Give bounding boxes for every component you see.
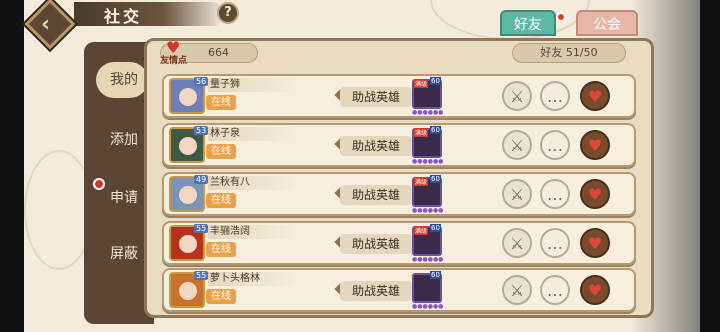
chat-button[interactable]: … [540, 275, 570, 305]
player-level: 55 [194, 271, 209, 280]
heart-icon: ♥ [587, 136, 603, 155]
avatar-face [179, 282, 197, 300]
player-level: 55 [194, 224, 209, 233]
player-name: 林子泉 [208, 127, 298, 141]
send-friendship-button[interactable]: ♥ [580, 130, 610, 160]
hero-stars: ●●●●●● [412, 303, 444, 310]
crossed-swords-icon: ⚔ [509, 234, 525, 253]
back-arrow-icon: ‹ [41, 12, 51, 37]
player-level: 56 [194, 77, 209, 86]
nav-item-mine[interactable]: 我的 [96, 62, 148, 98]
hero-level: 60 [430, 224, 441, 232]
battle-button[interactable]: ⚔ [502, 130, 532, 160]
send-friendship-button[interactable]: ♥ [580, 275, 610, 305]
player-level: 53 [194, 126, 209, 135]
nav-item-blocked[interactable]: 屏蔽 [96, 236, 148, 272]
hero-level: 60 [430, 126, 441, 134]
avatar-face [179, 186, 197, 204]
battle-button[interactable]: ⚔ [502, 228, 532, 258]
chat-button[interactable]: … [540, 130, 570, 160]
nav-item-add[interactable]: 添加 [96, 122, 148, 158]
online-status: 在线 [206, 289, 236, 304]
hero-maxed-tag: 满级 [414, 177, 429, 186]
hero-stars: ●●●●●● [412, 158, 444, 165]
send-friendship-button[interactable]: ♥ [580, 179, 610, 209]
send-friendship-button[interactable]: ♥ [580, 228, 610, 258]
player-name: 量子狮 [208, 78, 298, 92]
chat-bubble-icon: … [547, 87, 563, 106]
tab-guild[interactable]: 公会 [576, 10, 638, 36]
online-status: 在线 [206, 144, 236, 159]
help-button[interactable]: ? [217, 2, 239, 24]
send-friendship-button[interactable]: ♥ [580, 81, 610, 111]
requests-notification-dot [93, 178, 105, 190]
hero-stars: ●●●●●● [412, 207, 444, 214]
tab-friends[interactable]: 好友 [500, 10, 556, 36]
friend-points-label: 友情点 [160, 56, 188, 66]
hero-maxed-tag: 满级 [414, 128, 429, 137]
hero-level: 60 [430, 175, 441, 183]
battle-button[interactable]: ⚔ [502, 179, 532, 209]
page-title: 社交 [104, 7, 143, 26]
chat-bubble-icon: … [547, 281, 563, 300]
friend-row: 53 林子泉 在线 助战英雄 满级 60 ●●●●●● ⚔ … ♥ [162, 123, 636, 167]
hero-level: 60 [430, 271, 441, 279]
friend-row: 55 丰骊浩阔 在线 助战英雄 满级 60 ●●●●●● ⚔ … ♥ [162, 221, 636, 265]
chat-bubble-icon: … [547, 185, 563, 204]
crossed-swords-icon: ⚔ [509, 281, 525, 300]
hero-maxed-tag: 满级 [414, 226, 429, 235]
chat-button[interactable]: … [540, 228, 570, 258]
online-status: 在线 [206, 242, 236, 257]
player-level: 49 [194, 175, 209, 184]
hero-level: 60 [430, 77, 441, 85]
chat-bubble-icon: … [547, 234, 563, 253]
friend-row: 49 兰秋有八 在线 助战英雄 满级 60 ●●●●●● ⚔ … ♥ [162, 172, 636, 216]
heart-icon: ♥ [587, 234, 603, 253]
support-hero-label: 助战英雄 [340, 136, 412, 156]
heart-icon: ♥ [587, 185, 603, 204]
avatar-face [179, 137, 197, 155]
support-hero-label: 助战英雄 [340, 185, 412, 205]
player-name: 萝卜头格林 [208, 272, 298, 286]
player-name: 兰秋有八 [208, 176, 298, 190]
battle-button[interactable]: ⚔ [502, 275, 532, 305]
crossed-swords-icon: ⚔ [509, 136, 525, 155]
friend-points-value: 664 [208, 46, 229, 59]
title-bar [74, 2, 224, 26]
notification-dot [556, 12, 566, 22]
crossed-swords-icon: ⚔ [509, 185, 525, 204]
chat-button[interactable]: … [540, 81, 570, 111]
support-hero-label: 助战英雄 [340, 87, 412, 107]
battle-button[interactable]: ⚔ [502, 81, 532, 111]
friend-row: 56 量子狮 在线 助战英雄 满级 60 ●●●●●● ⚔ … ♥ [162, 74, 636, 118]
screen-edge-left [0, 0, 24, 332]
chat-button[interactable]: … [540, 179, 570, 209]
friend-count: 好友 51/50 [512, 43, 626, 63]
hero-maxed-tag: 满级 [414, 79, 429, 88]
avatar-face [179, 235, 197, 253]
online-status: 在线 [206, 193, 236, 208]
friend-row: 55 萝卜头格林 在线 助战英雄 60 ●●●●●● ⚔ … ♥ [162, 268, 636, 312]
back-button[interactable]: ‹ [24, 0, 76, 52]
hero-stars: ●●●●●● [412, 109, 444, 116]
avatar-face [179, 88, 197, 106]
heart-icon: ♥ [587, 87, 603, 106]
support-hero-label: 助战英雄 [340, 234, 412, 254]
hero-stars: ●●●●●● [412, 256, 444, 263]
crossed-swords-icon: ⚔ [509, 87, 525, 106]
player-name: 丰骊浩阔 [208, 225, 298, 239]
chat-bubble-icon: … [547, 136, 563, 155]
online-status: 在线 [206, 95, 236, 110]
support-hero-label: 助战英雄 [340, 281, 412, 301]
screen-edge-right [700, 0, 720, 332]
heart-icon: ♥ [587, 281, 603, 300]
